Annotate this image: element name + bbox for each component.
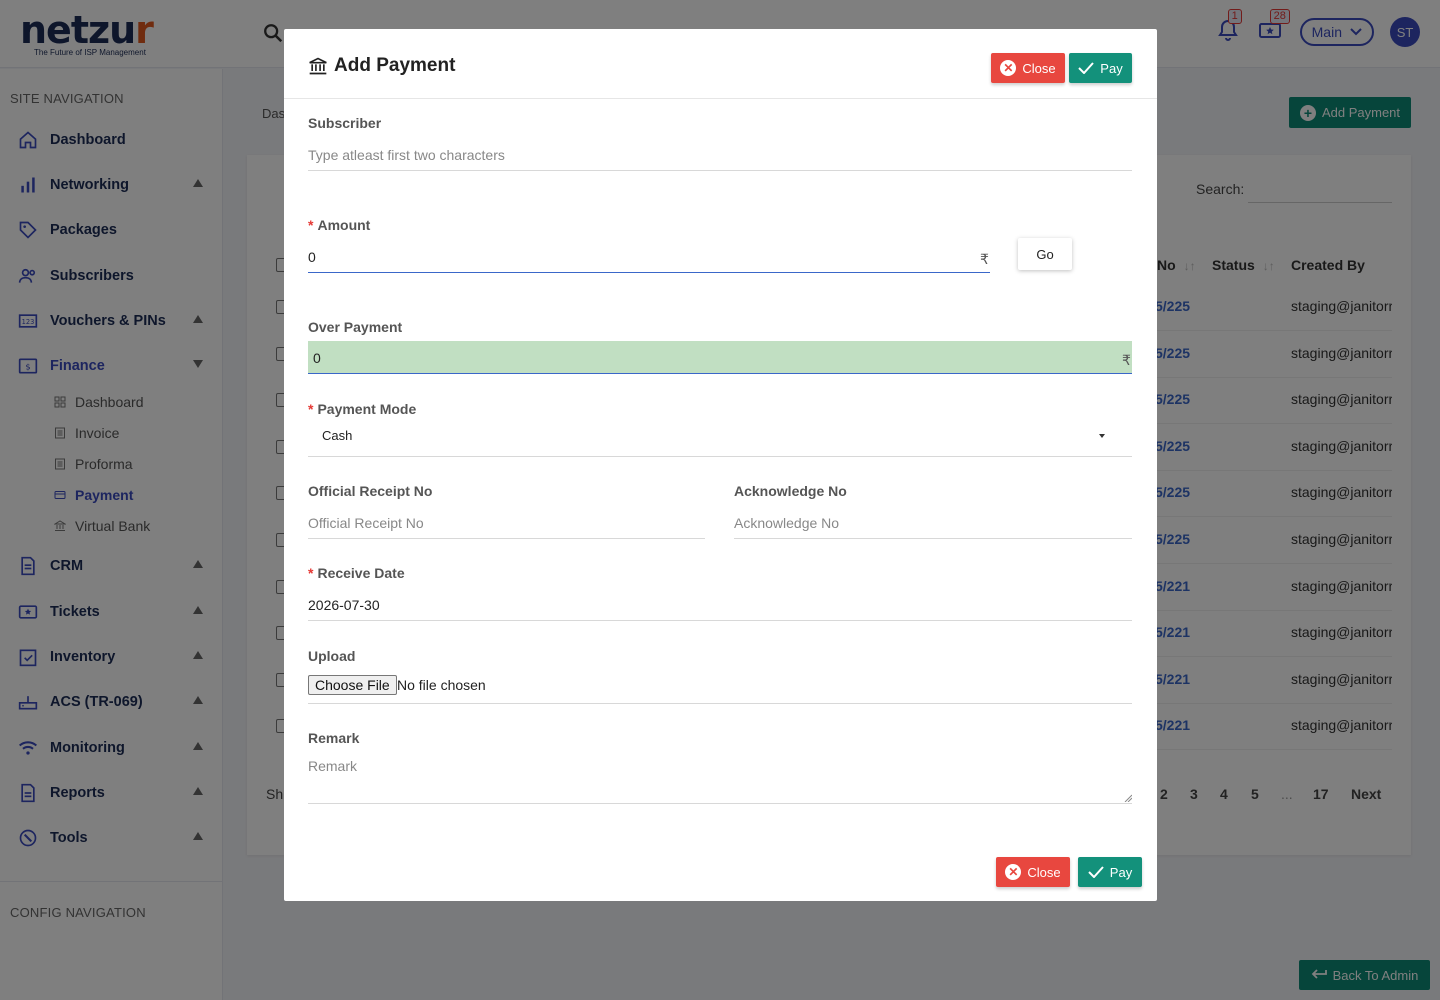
amount-input[interactable] bbox=[308, 247, 968, 267]
modal-header: Add Payment ✕ Close Pay bbox=[284, 29, 1157, 99]
receive-date-label: * Receive Date bbox=[308, 565, 405, 581]
receive-date-input[interactable] bbox=[308, 595, 1132, 615]
amount-underline bbox=[308, 272, 990, 273]
subscriber-input[interactable] bbox=[308, 145, 1132, 165]
over-payment-label: Over Payment bbox=[308, 319, 403, 335]
bank-icon bbox=[309, 57, 327, 75]
close-icon: ✕ bbox=[1005, 864, 1022, 880]
check-icon bbox=[1078, 62, 1095, 74]
rupee-icon: ₹ bbox=[1122, 352, 1131, 368]
subscriber-label: Subscriber bbox=[308, 115, 382, 131]
official-receipt-label: Official Receipt No bbox=[308, 483, 433, 499]
upload-underline bbox=[308, 703, 1132, 704]
choose-file-button[interactable]: Choose File bbox=[308, 675, 397, 695]
close-label: Close bbox=[1022, 60, 1056, 76]
receive-date-underline bbox=[308, 620, 1132, 621]
upload-label: Upload bbox=[308, 648, 356, 664]
acknowledge-input[interactable] bbox=[734, 513, 1132, 533]
footer-close-button[interactable]: ✕ Close bbox=[996, 857, 1070, 887]
acknowledge-label: Acknowledge No bbox=[734, 483, 847, 499]
acknowledge-underline bbox=[734, 538, 1132, 539]
payment-mode-underline bbox=[308, 456, 1132, 457]
close-button[interactable]: ✕ Close bbox=[991, 53, 1065, 83]
modal-title-text: Add Payment bbox=[334, 55, 456, 76]
payment-mode-label: * Payment Mode bbox=[308, 401, 417, 417]
over-payment-input[interactable] bbox=[313, 348, 1093, 368]
close-label: Close bbox=[1027, 864, 1061, 880]
payment-mode-select[interactable]: Cash bbox=[322, 428, 352, 443]
close-icon: ✕ bbox=[1000, 60, 1017, 76]
remark-label: Remark bbox=[308, 730, 360, 746]
resize-handle-icon[interactable] bbox=[1124, 794, 1132, 802]
remark-textarea[interactable] bbox=[308, 758, 1132, 802]
check-icon bbox=[1088, 866, 1104, 878]
pay-button[interactable]: Pay bbox=[1069, 53, 1132, 83]
pay-label: Pay bbox=[1109, 864, 1133, 880]
go-button[interactable]: Go bbox=[1018, 238, 1072, 270]
official-receipt-input[interactable] bbox=[308, 513, 705, 533]
add-payment-modal: Add Payment ✕ Close Pay Subscriber *Amou… bbox=[284, 29, 1157, 901]
over-payment-field: ₹ bbox=[308, 341, 1132, 374]
subscriber-underline bbox=[308, 170, 1132, 171]
modal-title: Add Payment bbox=[308, 55, 455, 77]
rupee-icon: ₹ bbox=[980, 251, 989, 267]
file-status-text: No file chosen bbox=[397, 677, 486, 693]
caret-down-icon[interactable] bbox=[1099, 434, 1105, 438]
pay-label: Pay bbox=[1100, 60, 1123, 76]
amount-label: * Amount bbox=[308, 217, 371, 233]
official-receipt-underline bbox=[308, 538, 705, 539]
footer-pay-button[interactable]: Pay bbox=[1078, 857, 1142, 887]
remark-underline bbox=[308, 803, 1132, 804]
